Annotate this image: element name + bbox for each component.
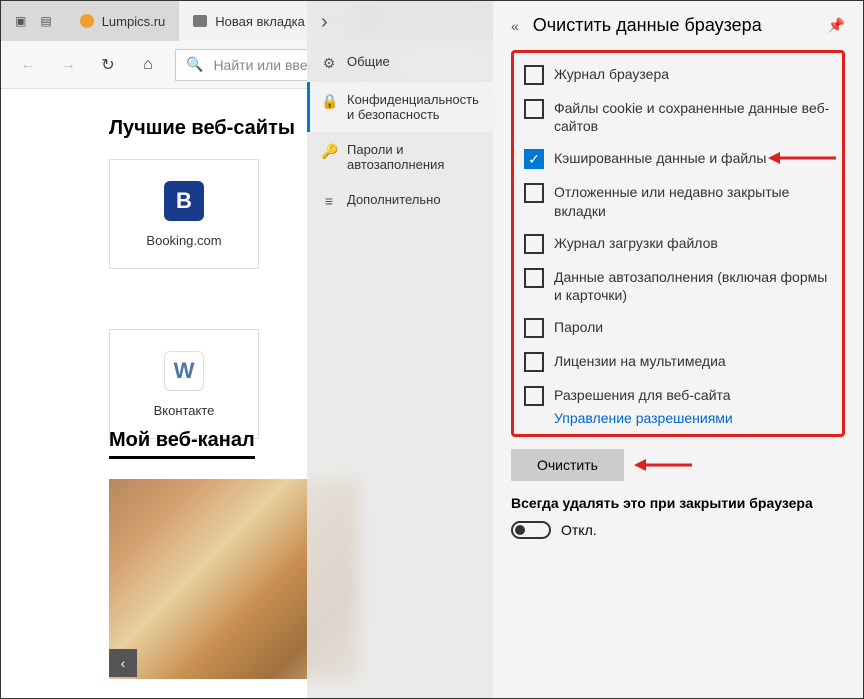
settings-label: Конфиденциальность и безопасность <box>347 92 479 122</box>
toggle-state-label: Откл. <box>561 522 597 538</box>
search-icon: 🔍 <box>186 56 203 73</box>
tile-label: Booking.com <box>146 233 221 248</box>
checkbox-label: Кэшированные данные и файлы <box>554 149 766 167</box>
checkbox-label: Лицензии на мультимедиа <box>554 352 726 370</box>
annotation-arrow <box>768 149 838 167</box>
checkbox-label: Файлы cookie и сохраненные данные веб-са… <box>554 99 832 135</box>
checkbox-label: Разрешения для веб-сайта <box>554 386 731 404</box>
feed-heading: Мой веб-канал <box>109 429 255 459</box>
checkbox-box <box>524 99 544 119</box>
checkbox-box <box>524 268 544 288</box>
tile-booking[interactable]: B Booking.com <box>109 159 259 269</box>
top-sites-heading: Лучшие веб-сайты <box>109 117 295 140</box>
settings-item-general[interactable]: ⚙ Общие <box>307 44 493 82</box>
feed-prev-button[interactable]: ‹ <box>109 649 137 677</box>
clear-button[interactable]: Очистить <box>511 449 624 481</box>
checkbox-cookies[interactable]: Файлы cookie и сохраненные данные веб-са… <box>524 99 832 135</box>
settings-categories: › ⚙ Общие 🔒 Конфиденциальность и безопас… <box>307 1 493 698</box>
checkbox-label: Данные автозаполнения (включая формы и к… <box>554 268 832 304</box>
checkbox-box <box>524 352 544 372</box>
manage-permissions-link[interactable]: Управление разрешениями <box>554 410 832 426</box>
settings-label: Дополнительно <box>347 192 441 207</box>
highlight-box: Журнал браузера Файлы cookie и сохраненн… <box>511 50 845 437</box>
checkbox-box <box>524 183 544 203</box>
checkbox-cache[interactable]: ✓ Кэшированные данные и файлы <box>524 149 832 169</box>
checkbox-box <box>524 318 544 338</box>
tabs-aside-icon[interactable]: ▣ <box>15 14 26 28</box>
back-button[interactable]: ← <box>15 56 41 74</box>
tab-preview-icon[interactable]: ▤ <box>40 14 51 28</box>
key-icon: 🔑 <box>321 143 337 160</box>
window-tab-controls: ▣ ▤ <box>1 1 66 41</box>
tab-label: Новая вкладка <box>215 14 305 29</box>
lock-icon: 🔒 <box>321 93 337 110</box>
annotation-arrow <box>634 456 694 474</box>
settings-item-passwords[interactable]: 🔑 Пароли и автозаполнения <box>307 132 493 182</box>
checkbox-label: Журнал загрузки файлов <box>554 234 718 252</box>
tab-lumpics[interactable]: Lumpics.ru <box>66 1 180 41</box>
vk-icon: W <box>164 351 204 391</box>
checkbox-autofill[interactable]: Данные автозаполнения (включая формы и к… <box>524 268 832 304</box>
gear-icon: ⚙ <box>321 55 337 72</box>
checkbox-box <box>524 386 544 406</box>
tile-vk[interactable]: W Вконтакте <box>109 329 259 439</box>
checkbox-label: Пароли <box>554 318 603 336</box>
settings-label: Пароли и автозаполнения <box>347 142 479 172</box>
booking-icon: B <box>164 181 204 221</box>
always-clear-label: Всегда удалять это при закрытии браузера <box>511 495 845 511</box>
forward-button[interactable]: → <box>55 56 81 74</box>
checkbox-tabs[interactable]: Отложенные или недавно закрытые вкладки <box>524 183 832 219</box>
always-clear-toggle[interactable] <box>511 521 551 539</box>
checkbox-box-checked: ✓ <box>524 149 544 169</box>
settings-item-privacy[interactable]: 🔒 Конфиденциальность и безопасность <box>307 82 493 132</box>
panel-title: Очистить данные браузера <box>533 15 762 36</box>
checkbox-box <box>524 234 544 254</box>
settings-label: Общие <box>347 54 390 69</box>
favicon-lumpics <box>80 14 94 28</box>
panel-back-icon[interactable]: « <box>511 18 519 34</box>
tile-label: Вконтакте <box>154 403 215 418</box>
pin-icon[interactable]: 📌 <box>828 17 845 34</box>
checkbox-label: Журнал браузера <box>554 65 669 83</box>
clear-data-panel: « Очистить данные браузера 📌 Журнал брау… <box>493 1 863 698</box>
tab-label: Lumpics.ru <box>102 14 166 29</box>
checkbox-media[interactable]: Лицензии на мультимедиа <box>524 352 832 372</box>
checkbox-box <box>524 65 544 85</box>
checkbox-label: Отложенные или недавно закрытые вкладки <box>554 183 832 219</box>
home-button[interactable]: ⌂ <box>135 56 161 74</box>
favicon-newtab <box>193 15 207 27</box>
advanced-icon: ≡ <box>321 193 337 209</box>
refresh-button[interactable]: ↻ <box>95 55 121 75</box>
checkbox-permissions[interactable]: Разрешения для веб-сайта <box>524 386 832 406</box>
checkbox-downloads[interactable]: Журнал загрузки файлов <box>524 234 832 254</box>
checkbox-passwords[interactable]: Пароли <box>524 318 832 338</box>
settings-back-button[interactable]: › <box>307 1 493 44</box>
settings-item-advanced[interactable]: ≡ Дополнительно <box>307 182 493 219</box>
checkbox-history[interactable]: Журнал браузера <box>524 65 832 85</box>
